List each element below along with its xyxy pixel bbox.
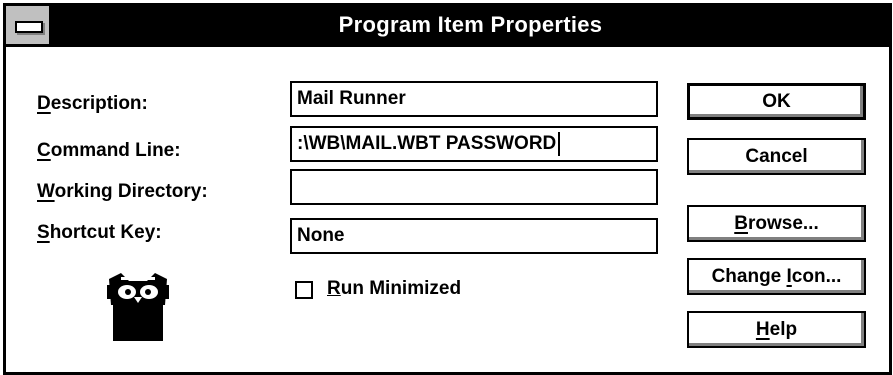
ok-button[interactable]: OK — [687, 83, 866, 120]
shortcut-key-label: Shortcut Key: — [37, 222, 162, 243]
shortcut-key-field[interactable]: None — [290, 218, 658, 254]
run-minimized-label[interactable]: Run Minimized — [327, 278, 461, 300]
working-directory-label: Working Directory: — [37, 181, 208, 202]
run-minimized-checkbox[interactable] — [295, 281, 313, 299]
window-title: Program Item Properties — [338, 12, 603, 37]
description-label: Description: — [37, 93, 148, 114]
cancel-button[interactable]: Cancel — [687, 138, 866, 175]
command-line-field[interactable]: :\WB\MAIL.WBT PASSWORD — [290, 126, 658, 162]
help-button[interactable]: Help — [687, 311, 866, 348]
working-directory-field[interactable] — [290, 169, 658, 205]
system-menu-button[interactable] — [6, 6, 52, 44]
title-bar: Program Item Properties — [6, 6, 889, 47]
program-item-properties-dialog: Program Item Properties Description: Com… — [3, 3, 892, 375]
change-icon-button[interactable]: Change Icon... — [687, 258, 866, 295]
system-menu-dash-icon — [15, 21, 43, 33]
description-field[interactable]: Mail Runner — [290, 81, 658, 117]
command-line-label: Command Line: — [37, 140, 181, 161]
owl-icon — [107, 273, 169, 341]
text-cursor — [558, 131, 561, 156]
browse-button[interactable]: Browse... — [687, 205, 866, 242]
